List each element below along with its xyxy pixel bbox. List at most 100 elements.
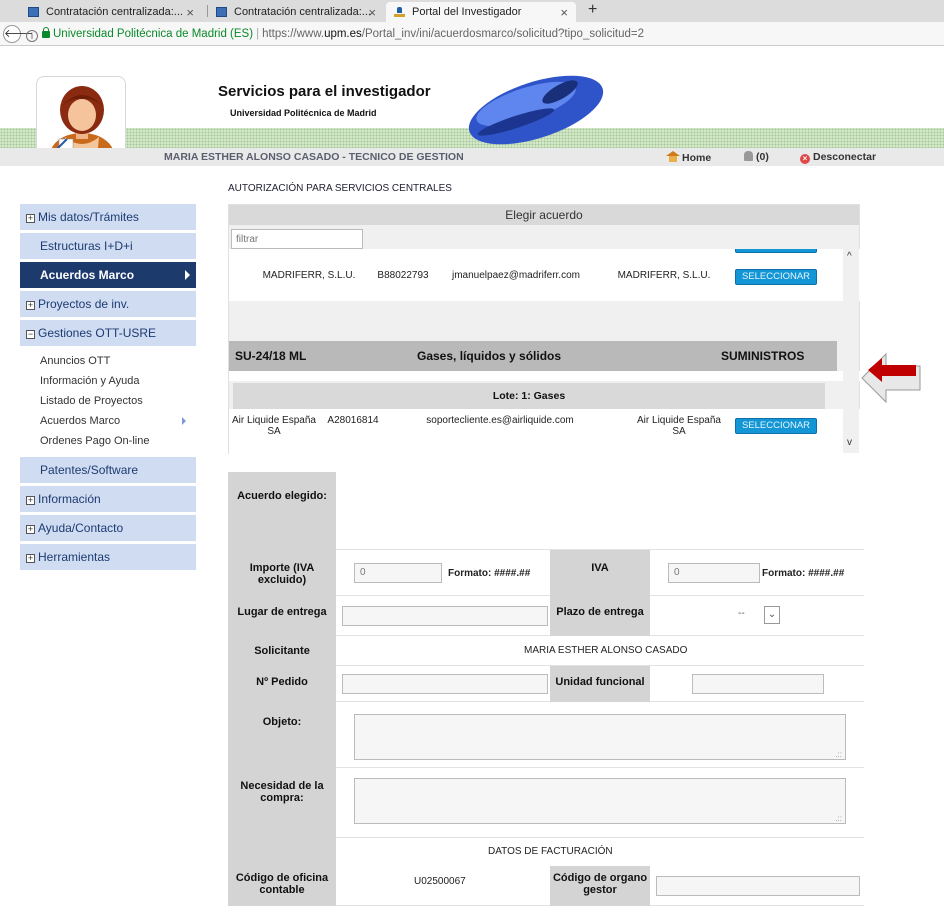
- site-subtitle: Universidad Politécnica de Madrid: [230, 108, 377, 118]
- supplier-name: Air Liquide España SA: [232, 415, 316, 437]
- user-name: MARIA ESTHER ALONSO CASADO - TECNICO DE …: [164, 151, 464, 163]
- acuerdo-label: Acuerdo elegido:: [228, 472, 336, 550]
- importe-format-hint: Formato: ####.##: [448, 568, 531, 579]
- browser-tab-bar: Contratación centralizada:... × Contrata…: [0, 0, 944, 22]
- supplier-company: MADRIFERR, S.L.U.: [617, 270, 711, 281]
- scroll-up-icon[interactable]: ^: [847, 251, 852, 262]
- solicitante-label: Solicitante: [228, 636, 336, 666]
- necesidad-label: Necesidad de la compra:: [228, 768, 336, 838]
- home-link[interactable]: Home: [666, 151, 711, 164]
- site-title: Servicios para el investigador: [218, 83, 431, 100]
- address-bar: 🡐 i Universidad Politécnica de Madrid (ES…: [0, 22, 944, 46]
- expand-icon: +: [26, 553, 35, 563]
- supplier-email: soportecliente.es@airliquide.com: [426, 415, 574, 426]
- page-favicon-icon: [28, 7, 39, 17]
- importe-label: Importe (IVA excluido): [228, 550, 336, 596]
- select-button[interactable]: SELECCIONAR: [735, 249, 817, 253]
- chevron-right-icon: [182, 417, 186, 425]
- close-tab-icon[interactable]: ×: [186, 5, 194, 20]
- close-tab-icon[interactable]: ×: [368, 5, 376, 20]
- lock-icon: [42, 27, 50, 38]
- pedido-row: Nº Pedido Unidad funcional: [228, 666, 864, 702]
- url-path: /Portal_inv/ini/acuerdosmarco/solicitud?…: [361, 28, 645, 40]
- tab-title: Portal del Investigador: [412, 6, 522, 18]
- contract-code: SU-24/18 ML: [235, 349, 307, 363]
- oficina-label: Código de oficina contable: [228, 866, 336, 906]
- gestiones-submenu: Anuncios OTT Información y Ayuda Listado…: [20, 349, 196, 457]
- plazo-select[interactable]: -- ⌄: [734, 606, 780, 624]
- necesidad-textarea[interactable]: [354, 778, 846, 824]
- sidebar-item-estructuras[interactable]: Estructuras I+D+i: [20, 233, 196, 259]
- importe-input[interactable]: 0: [354, 563, 442, 583]
- organo-input[interactable]: [656, 876, 860, 896]
- elegir-acuerdo-panel: Elegir acuerdo SELECCIONAR MADRIFERR, S.…: [228, 204, 861, 455]
- unidad-label: Unidad funcional: [550, 666, 650, 702]
- expand-icon: +: [26, 495, 35, 505]
- entrega-row: Lugar de entrega Plazo de entrega -- ⌄: [228, 596, 864, 636]
- submenu-item-listado[interactable]: Listado de Proyectos: [40, 391, 196, 411]
- submenu-item-acuerdos[interactable]: Acuerdos Marco: [40, 411, 196, 431]
- select-button[interactable]: SELECCIONAR: [735, 269, 817, 285]
- site-identity: Universidad Politécnica de Madrid (ES): [53, 28, 254, 40]
- sidebar-item-proyectos[interactable]: + Proyectos de inv.: [20, 291, 196, 317]
- sidebar-item-informacion[interactable]: + Información: [20, 486, 196, 512]
- sidebar-item-patentes[interactable]: Patentes/Software: [20, 457, 196, 483]
- back-arrow-icon[interactable]: 🡐: [3, 25, 34, 43]
- oficina-value: U02500067: [414, 876, 466, 887]
- solicitante-row: Solicitante MARIA ESTHER ALONSO CASADO: [228, 636, 864, 666]
- bell-icon: [744, 151, 753, 161]
- list-scrollbar[interactable]: ^ v: [843, 225, 859, 453]
- contract-type: SUMINISTROS: [721, 349, 805, 363]
- sidebar-item-acuerdos-marco[interactable]: Acuerdos Marco: [20, 262, 196, 288]
- objeto-row: Objeto:: [228, 702, 864, 768]
- scroll-down-icon[interactable]: v: [847, 437, 852, 448]
- home-icon: [666, 151, 680, 162]
- expand-icon: +: [26, 524, 35, 534]
- list-item: SELECCIONAR MADRIFERR, S.L.U. B88022793 …: [229, 249, 861, 301]
- plazo-label: Plazo de entrega: [550, 596, 650, 636]
- sidebar-item-herramientas[interactable]: + Herramientas: [20, 544, 196, 570]
- expand-icon: +: [26, 300, 35, 310]
- browser-tab[interactable]: Contratación centralizada:... ×: [208, 2, 384, 22]
- new-tab-icon[interactable]: +: [588, 1, 597, 19]
- browser-tab[interactable]: Contratación centralizada:... ×: [20, 2, 202, 22]
- sidebar-item-gestiones[interactable]: − Gestiones OTT-USRE: [20, 320, 196, 346]
- filter-input[interactable]: [231, 229, 363, 249]
- objeto-textarea[interactable]: [354, 714, 846, 760]
- tab-title: Contratación centralizada:...: [46, 6, 183, 18]
- lote-row: Lote: 1: Gases: [233, 383, 825, 409]
- supplier-cif: A28016814: [327, 415, 379, 426]
- select-button[interactable]: SELECCIONAR: [735, 418, 817, 434]
- chevron-down-icon: ⌄: [764, 606, 780, 624]
- expand-icon: +: [26, 213, 35, 223]
- agreement-list: SELECCIONAR MADRIFERR, S.L.U. B88022793 …: [229, 249, 861, 455]
- sidebar: + Mis datos/Trámites Estructuras I+D+i Ac…: [20, 204, 196, 573]
- close-tab-icon[interactable]: ×: [560, 5, 568, 20]
- supplier-email: jmanuelpaez@madriferr.com: [452, 270, 580, 281]
- page-favicon-icon: [216, 7, 227, 17]
- submenu-item-informacion[interactable]: Información y Ayuda: [40, 371, 196, 391]
- iva-input[interactable]: 0: [668, 563, 760, 583]
- facturacion-title-row: DATOS DE FACTURACIÓN: [228, 838, 864, 866]
- pedido-input[interactable]: [342, 674, 548, 694]
- collapse-icon: −: [26, 329, 35, 339]
- logout-link[interactable]: × Desconectar: [800, 151, 876, 164]
- browser-tab-active[interactable]: Portal del Investigador ×: [386, 2, 576, 22]
- sidebar-item-mis-datos[interactable]: + Mis datos/Trámites: [20, 204, 196, 230]
- submenu-item-ordenes[interactable]: Ordenes Pago On-line: [40, 431, 196, 451]
- tab-title: Contratación centralizada:...: [234, 6, 371, 18]
- unidad-input[interactable]: [692, 674, 824, 694]
- solicitante-value: MARIA ESTHER ALONSO CASADO: [524, 645, 688, 656]
- info-icon[interactable]: i: [26, 30, 38, 42]
- upm-favicon-icon: [394, 7, 405, 17]
- url-field[interactable]: i Universidad Politécnica de Madrid (ES) |…: [26, 25, 936, 43]
- sidebar-item-ayuda[interactable]: + Ayuda/Contacto: [20, 515, 196, 541]
- lugar-input[interactable]: [342, 606, 548, 626]
- facturacion-title: DATOS DE FACTURACIÓN: [488, 846, 613, 857]
- red-arrow-icon: [860, 352, 922, 404]
- submenu-item-anuncios[interactable]: Anuncios OTT: [40, 351, 196, 371]
- contract-row: SU-24/18 ML Gases, líquidos y sólidos SU…: [229, 341, 837, 371]
- notifications-link[interactable]: (0): [744, 151, 769, 163]
- elegir-acuerdo-header: Elegir acuerdo: [229, 205, 859, 225]
- url-host: upm.es: [324, 28, 362, 40]
